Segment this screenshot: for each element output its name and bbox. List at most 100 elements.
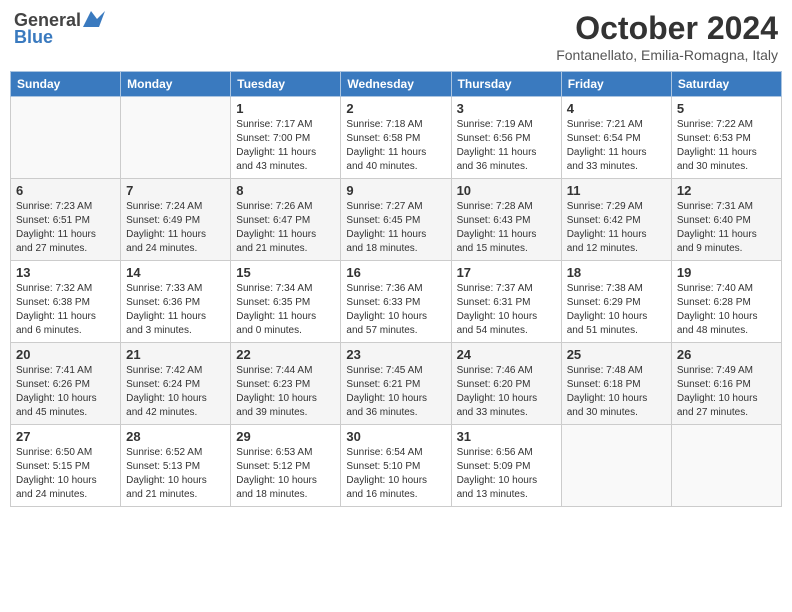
calendar-cell	[671, 425, 781, 507]
day-info: Sunrise: 7:41 AMSunset: 6:26 PMDaylight:…	[16, 365, 97, 418]
day-number: 27	[16, 429, 115, 444]
day-info: Sunrise: 7:45 AMSunset: 6:21 PMDaylight:…	[346, 365, 427, 418]
calendar-cell: 11 Sunrise: 7:29 AMSunset: 6:42 PMDaylig…	[561, 179, 671, 261]
day-info: Sunrise: 7:21 AMSunset: 6:54 PMDaylight:…	[567, 119, 647, 172]
day-number: 17	[457, 265, 556, 280]
header-friday: Friday	[561, 72, 671, 97]
calendar-cell: 5 Sunrise: 7:22 AMSunset: 6:53 PMDayligh…	[671, 97, 781, 179]
calendar-cell: 31 Sunrise: 6:56 AMSunset: 5:09 PMDaylig…	[451, 425, 561, 507]
header-monday: Monday	[121, 72, 231, 97]
day-info: Sunrise: 7:23 AMSunset: 6:51 PMDaylight:…	[16, 201, 96, 254]
day-number: 20	[16, 347, 115, 362]
day-number: 7	[126, 183, 225, 198]
day-number: 2	[346, 101, 445, 116]
day-info: Sunrise: 7:38 AMSunset: 6:29 PMDaylight:…	[567, 283, 648, 336]
day-number: 24	[457, 347, 556, 362]
day-number: 23	[346, 347, 445, 362]
calendar-week-4: 20 Sunrise: 7:41 AMSunset: 6:26 PMDaylig…	[11, 343, 782, 425]
calendar-cell: 27 Sunrise: 6:50 AMSunset: 5:15 PMDaylig…	[11, 425, 121, 507]
day-info: Sunrise: 7:17 AMSunset: 7:00 PMDaylight:…	[236, 119, 316, 172]
calendar-week-5: 27 Sunrise: 6:50 AMSunset: 5:15 PMDaylig…	[11, 425, 782, 507]
calendar-cell: 9 Sunrise: 7:27 AMSunset: 6:45 PMDayligh…	[341, 179, 451, 261]
day-number: 6	[16, 183, 115, 198]
day-info: Sunrise: 7:29 AMSunset: 6:42 PMDaylight:…	[567, 201, 647, 254]
calendar-cell: 16 Sunrise: 7:36 AMSunset: 6:33 PMDaylig…	[341, 261, 451, 343]
page-header: General Blue October 2024 Fontanellato, …	[10, 10, 782, 63]
day-number: 19	[677, 265, 776, 280]
calendar-table: SundayMondayTuesdayWednesdayThursdayFrid…	[10, 71, 782, 507]
calendar-cell: 12 Sunrise: 7:31 AMSunset: 6:40 PMDaylig…	[671, 179, 781, 261]
day-number: 5	[677, 101, 776, 116]
day-info: Sunrise: 7:49 AMSunset: 6:16 PMDaylight:…	[677, 365, 758, 418]
day-info: Sunrise: 7:34 AMSunset: 6:35 PMDaylight:…	[236, 283, 316, 336]
day-info: Sunrise: 6:50 AMSunset: 5:15 PMDaylight:…	[16, 447, 97, 500]
day-info: Sunrise: 6:52 AMSunset: 5:13 PMDaylight:…	[126, 447, 207, 500]
header-saturday: Saturday	[671, 72, 781, 97]
day-number: 8	[236, 183, 335, 198]
header-thursday: Thursday	[451, 72, 561, 97]
day-info: Sunrise: 7:48 AMSunset: 6:18 PMDaylight:…	[567, 365, 648, 418]
day-info: Sunrise: 7:36 AMSunset: 6:33 PMDaylight:…	[346, 283, 427, 336]
day-number: 26	[677, 347, 776, 362]
calendar-cell: 3 Sunrise: 7:19 AMSunset: 6:56 PMDayligh…	[451, 97, 561, 179]
day-info: Sunrise: 6:54 AMSunset: 5:10 PMDaylight:…	[346, 447, 427, 500]
day-info: Sunrise: 7:32 AMSunset: 6:38 PMDaylight:…	[16, 283, 96, 336]
calendar-cell: 8 Sunrise: 7:26 AMSunset: 6:47 PMDayligh…	[231, 179, 341, 261]
calendar-cell: 30 Sunrise: 6:54 AMSunset: 5:10 PMDaylig…	[341, 425, 451, 507]
calendar-cell: 25 Sunrise: 7:48 AMSunset: 6:18 PMDaylig…	[561, 343, 671, 425]
day-number: 25	[567, 347, 666, 362]
day-number: 12	[677, 183, 776, 198]
calendar-cell: 29 Sunrise: 6:53 AMSunset: 5:12 PMDaylig…	[231, 425, 341, 507]
day-number: 1	[236, 101, 335, 116]
header-wednesday: Wednesday	[341, 72, 451, 97]
calendar-cell: 14 Sunrise: 7:33 AMSunset: 6:36 PMDaylig…	[121, 261, 231, 343]
day-info: Sunrise: 6:56 AMSunset: 5:09 PMDaylight:…	[457, 447, 538, 500]
day-number: 11	[567, 183, 666, 198]
day-info: Sunrise: 7:33 AMSunset: 6:36 PMDaylight:…	[126, 283, 206, 336]
calendar-week-1: 1 Sunrise: 7:17 AMSunset: 7:00 PMDayligh…	[11, 97, 782, 179]
calendar-cell	[11, 97, 121, 179]
calendar-header-row: SundayMondayTuesdayWednesdayThursdayFrid…	[11, 72, 782, 97]
day-info: Sunrise: 7:40 AMSunset: 6:28 PMDaylight:…	[677, 283, 758, 336]
calendar-cell: 7 Sunrise: 7:24 AMSunset: 6:49 PMDayligh…	[121, 179, 231, 261]
calendar-week-3: 13 Sunrise: 7:32 AMSunset: 6:38 PMDaylig…	[11, 261, 782, 343]
day-info: Sunrise: 7:44 AMSunset: 6:23 PMDaylight:…	[236, 365, 317, 418]
calendar-cell: 13 Sunrise: 7:32 AMSunset: 6:38 PMDaylig…	[11, 261, 121, 343]
month-title: October 2024	[556, 10, 778, 47]
calendar-cell: 15 Sunrise: 7:34 AMSunset: 6:35 PMDaylig…	[231, 261, 341, 343]
day-info: Sunrise: 7:19 AMSunset: 6:56 PMDaylight:…	[457, 119, 537, 172]
day-info: Sunrise: 7:28 AMSunset: 6:43 PMDaylight:…	[457, 201, 537, 254]
header-sunday: Sunday	[11, 72, 121, 97]
title-block: October 2024 Fontanellato, Emilia-Romagn…	[556, 10, 778, 63]
calendar-cell: 23 Sunrise: 7:45 AMSunset: 6:21 PMDaylig…	[341, 343, 451, 425]
header-tuesday: Tuesday	[231, 72, 341, 97]
day-info: Sunrise: 7:46 AMSunset: 6:20 PMDaylight:…	[457, 365, 538, 418]
calendar-cell	[121, 97, 231, 179]
day-number: 28	[126, 429, 225, 444]
day-info: Sunrise: 6:53 AMSunset: 5:12 PMDaylight:…	[236, 447, 317, 500]
day-number: 14	[126, 265, 225, 280]
calendar-cell: 1 Sunrise: 7:17 AMSunset: 7:00 PMDayligh…	[231, 97, 341, 179]
calendar-cell: 6 Sunrise: 7:23 AMSunset: 6:51 PMDayligh…	[11, 179, 121, 261]
calendar-cell: 24 Sunrise: 7:46 AMSunset: 6:20 PMDaylig…	[451, 343, 561, 425]
day-number: 10	[457, 183, 556, 198]
day-number: 31	[457, 429, 556, 444]
day-number: 16	[346, 265, 445, 280]
logo-bird-icon	[83, 11, 105, 27]
day-info: Sunrise: 7:31 AMSunset: 6:40 PMDaylight:…	[677, 201, 757, 254]
day-number: 15	[236, 265, 335, 280]
calendar-cell: 26 Sunrise: 7:49 AMSunset: 6:16 PMDaylig…	[671, 343, 781, 425]
day-number: 4	[567, 101, 666, 116]
day-number: 18	[567, 265, 666, 280]
day-info: Sunrise: 7:26 AMSunset: 6:47 PMDaylight:…	[236, 201, 316, 254]
calendar-cell: 18 Sunrise: 7:38 AMSunset: 6:29 PMDaylig…	[561, 261, 671, 343]
day-info: Sunrise: 7:22 AMSunset: 6:53 PMDaylight:…	[677, 119, 757, 172]
calendar-cell: 2 Sunrise: 7:18 AMSunset: 6:58 PMDayligh…	[341, 97, 451, 179]
day-number: 29	[236, 429, 335, 444]
calendar-cell: 4 Sunrise: 7:21 AMSunset: 6:54 PMDayligh…	[561, 97, 671, 179]
day-info: Sunrise: 7:24 AMSunset: 6:49 PMDaylight:…	[126, 201, 206, 254]
day-info: Sunrise: 7:37 AMSunset: 6:31 PMDaylight:…	[457, 283, 538, 336]
calendar-cell	[561, 425, 671, 507]
logo: General Blue	[14, 10, 105, 48]
calendar-week-2: 6 Sunrise: 7:23 AMSunset: 6:51 PMDayligh…	[11, 179, 782, 261]
